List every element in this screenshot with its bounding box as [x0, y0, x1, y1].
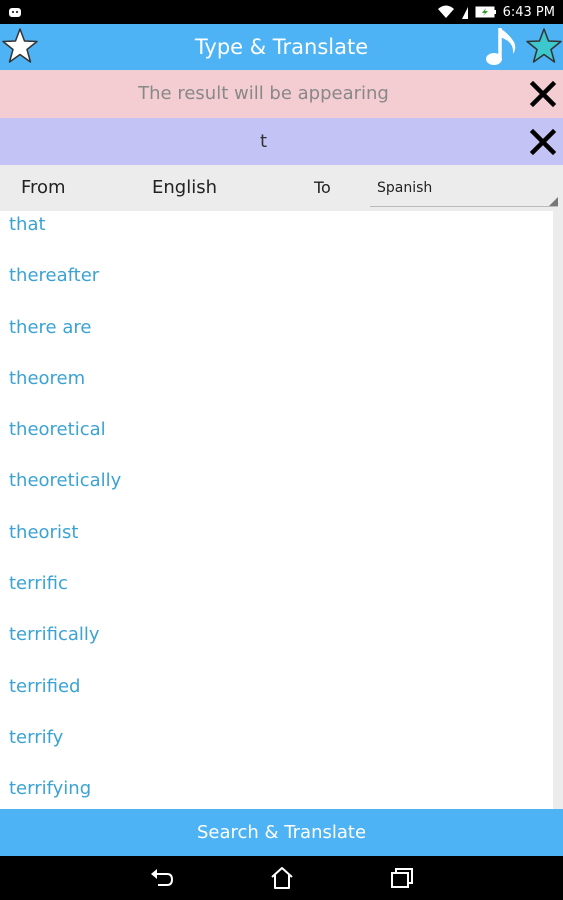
list-item[interactable]: that: [0, 211, 553, 262]
to-language-value: Spanish: [377, 180, 433, 196]
list-item[interactable]: theoretical: [0, 416, 553, 467]
home-icon[interactable]: [269, 865, 295, 891]
app-title: Type & Translate: [194, 35, 369, 59]
android-notification-icon: [9, 8, 21, 17]
list-item[interactable]: terrifically: [0, 621, 553, 672]
suggestion-list-items: that thereafter there are theorem theore…: [0, 211, 553, 809]
signal-icon: [461, 7, 468, 19]
to-language-select[interactable]: Spanish: [370, 173, 558, 207]
language-row: From English To Spanish: [0, 165, 563, 211]
list-item[interactable]: thereafter: [0, 262, 553, 313]
text-input[interactable]: [0, 118, 527, 165]
status-icons: 6:43 PM: [437, 3, 555, 21]
recent-apps-icon[interactable]: [389, 865, 415, 891]
from-language[interactable]: English: [152, 165, 217, 211]
input-row: [0, 118, 563, 165]
result-row: The result will be appearing: [0, 70, 563, 118]
to-label: To: [314, 178, 331, 197]
list-item[interactable]: terrified: [0, 673, 553, 724]
app-bar: Type & Translate: [0, 24, 563, 70]
list-item[interactable]: terrifying: [0, 775, 553, 809]
list-item[interactable]: theorist: [0, 519, 553, 570]
list-item[interactable]: there are: [0, 314, 553, 365]
navigation-bar: [0, 856, 563, 900]
clear-input-close-icon[interactable]: [529, 128, 557, 156]
list-item[interactable]: terrific: [0, 570, 553, 621]
suggestion-list[interactable]: that thereafter there are theorem theore…: [0, 211, 563, 809]
search-translate-button[interactable]: Search & Translate: [0, 809, 563, 856]
list-item[interactable]: theoretically: [0, 467, 553, 518]
battery-charging-icon: [475, 6, 496, 18]
list-item[interactable]: theorem: [0, 365, 553, 416]
dropdown-arrow-icon: [549, 197, 558, 206]
music-note-icon[interactable]: [483, 24, 521, 70]
status-time: 6:43 PM: [502, 4, 555, 20]
back-icon[interactable]: [149, 865, 175, 891]
list-side-strip: [553, 211, 563, 809]
list-item[interactable]: terrify: [0, 724, 553, 775]
result-text: The result will be appearing: [138, 83, 389, 104]
from-label: From: [21, 177, 66, 198]
status-bar: 6:43 PM: [0, 0, 563, 24]
clear-result-close-icon[interactable]: [529, 80, 557, 108]
star-filled-icon[interactable]: [525, 26, 563, 66]
wifi-icon: [437, 5, 454, 18]
